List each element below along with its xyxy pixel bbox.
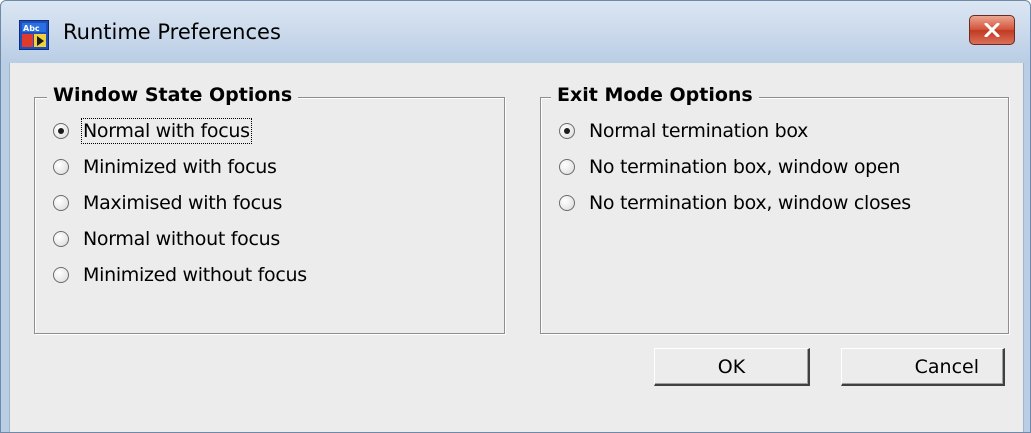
radio-label: Minimized with focus — [83, 156, 277, 178]
exit-mode-option[interactable]: No termination box, window open — [559, 155, 900, 179]
radio-label: Minimized without focus — [83, 264, 307, 286]
exit-mode-group: Exit Mode Options Normal termination box… — [540, 84, 1009, 334]
radio-label: Maximised with focus — [83, 192, 283, 214]
radio-button[interactable] — [53, 123, 69, 139]
radio-button[interactable] — [53, 159, 69, 175]
radio-button[interactable] — [53, 267, 69, 283]
program-icon: Abc — [19, 20, 49, 50]
exit-mode-option[interactable]: No termination box, window closes — [559, 191, 911, 215]
radio-label: Normal with focus — [81, 118, 252, 144]
window-state-group: Window State Options Normal with focus M… — [34, 84, 505, 334]
radio-label: Normal termination box — [589, 120, 809, 142]
dialog-client-area: Window State Options Normal with focus M… — [9, 63, 1024, 432]
close-button[interactable] — [969, 15, 1015, 45]
close-icon — [984, 23, 1000, 37]
window-title: Runtime Preferences — [63, 20, 281, 44]
window-state-option[interactable]: Normal with focus — [53, 118, 252, 144]
svg-text:Abc: Abc — [23, 24, 40, 33]
radio-button[interactable] — [53, 231, 69, 247]
radio-button[interactable] — [53, 195, 69, 211]
window-state-option[interactable]: Maximised with focus — [53, 191, 282, 215]
radio-label: No termination box, window open — [589, 156, 901, 178]
radio-button[interactable] — [559, 159, 575, 175]
window-state-option[interactable]: Normal without focus — [53, 227, 280, 251]
window-state-option[interactable]: Minimized with focus — [53, 155, 277, 179]
ok-button[interactable]: OK — [654, 348, 810, 386]
window-state-legend: Window State Options — [47, 84, 299, 106]
title-bar[interactable]: Abc Runtime Preferences — [1, 1, 1030, 63]
radio-button[interactable] — [559, 195, 575, 211]
radio-label: No termination box, window closes — [589, 192, 911, 214]
cancel-button[interactable]: Cancel — [841, 348, 1005, 386]
exit-mode-option[interactable]: Normal termination box — [559, 119, 808, 143]
radio-button[interactable] — [559, 123, 575, 139]
radio-label: Normal without focus — [83, 228, 280, 250]
runtime-preferences-dialog: Abc Runtime Preferences Window State Opt… — [0, 0, 1031, 433]
window-state-option[interactable]: Minimized without focus — [53, 263, 307, 287]
exit-mode-legend: Exit Mode Options — [551, 84, 759, 106]
